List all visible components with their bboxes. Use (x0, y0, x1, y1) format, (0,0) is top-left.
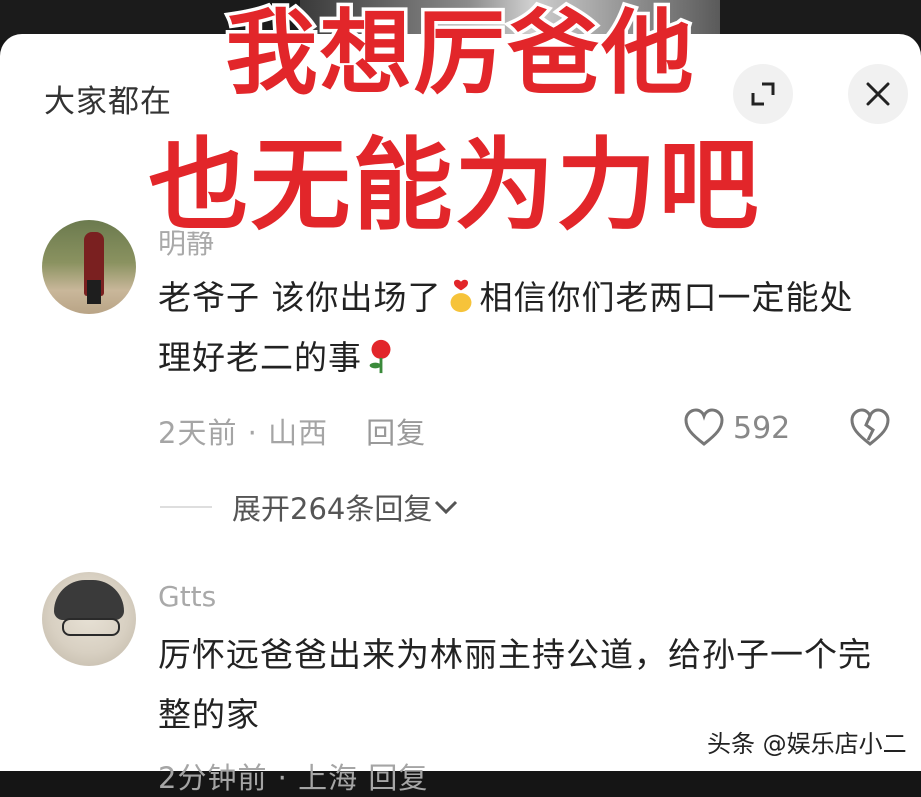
avatar[interactable] (42, 572, 136, 666)
watermark: 头条 @娱乐店小二 (706, 729, 909, 760)
comment-meta: 2分钟前 · 上海 回复 (158, 761, 429, 795)
chevron-down-icon (435, 500, 458, 515)
comment-time: 2天前 (158, 416, 238, 450)
finger-heart-emoji (450, 279, 471, 313)
broken-heart-icon (850, 408, 890, 446)
comment-location: 山西 (268, 416, 329, 450)
like-count: 592 (733, 410, 791, 446)
overlay-caption-line-1: 我想厉爸他 (222, 0, 697, 111)
comment-username[interactable]: Gtts (158, 580, 216, 613)
heart-icon (684, 408, 724, 446)
expand-replies-button[interactable]: 展开264条回复 (160, 486, 460, 528)
rose-emoji (369, 339, 391, 374)
expand-replies-label: 展开264条回复 (232, 492, 433, 526)
reply-button[interactable]: 回复 (366, 416, 426, 450)
like-button[interactable]: 592 (683, 408, 790, 448)
comment-text: 老爷子 该你出场了 相信你们老两口一定能处理好老二的事 (158, 278, 854, 377)
dislike-button[interactable] (849, 408, 891, 452)
comment-meta: 2天前 · 山西 回复 (158, 416, 427, 450)
overlay-caption-line-2: 也无能为力吧 (145, 124, 762, 247)
